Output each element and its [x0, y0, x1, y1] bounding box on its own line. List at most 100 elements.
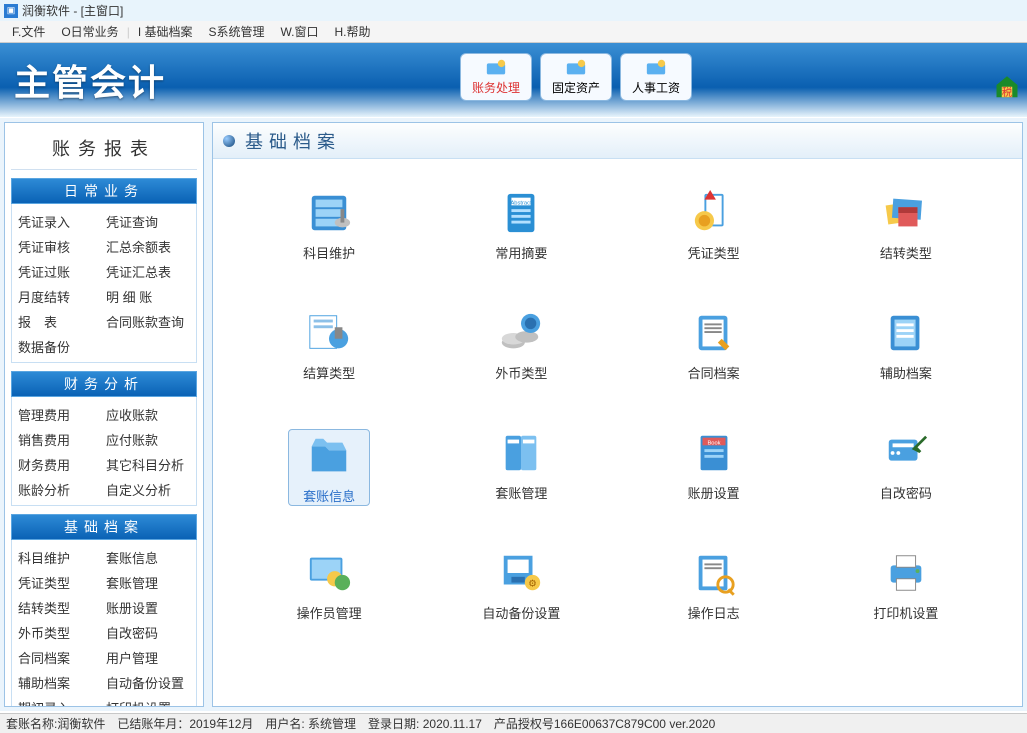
status-text: 套账名称:润衡软件 已结账年月：2019年12月 用户名: 系统管理 登录日期:… [6, 715, 715, 732]
top-button-1[interactable]: 固定资产 [540, 53, 612, 101]
sidebar-item[interactable]: 账龄分析 [16, 477, 104, 502]
sidebar-section-head: 日常业务 [11, 178, 197, 204]
grid-item-contract[interactable]: 合同档案 [654, 307, 774, 382]
sidebar-item[interactable]: 合同档案 [16, 645, 104, 670]
folder-icon [303, 432, 355, 480]
grid-item-label: 操作日志 [688, 603, 740, 622]
sidebar-item[interactable]: 结转类型 [16, 595, 104, 620]
menu-basic[interactable]: I 基础档案 [130, 23, 201, 40]
grid-item-stack[interactable]: 结转类型 [846, 187, 966, 262]
ledger-icon [495, 429, 547, 477]
top-button-2[interactable]: 人事工资 [620, 53, 692, 101]
menu-file[interactable]: F.文件 [4, 23, 53, 40]
topbtn-icon [565, 59, 587, 77]
tax-icon[interactable]: 税 [993, 71, 1021, 99]
grid-item-label: 结转类型 [880, 243, 932, 262]
sidebar-row: 辅助档案自动备份设置 [16, 670, 192, 695]
svg-text:Abstract: Abstract [511, 200, 532, 206]
menu-daily[interactable]: O日常业务 [53, 23, 126, 40]
sidebar-item[interactable]: 打印机设置 [104, 695, 192, 707]
sidebar-item[interactable]: 辅助档案 [16, 670, 104, 695]
grid-item-label: 结算类型 [303, 363, 355, 382]
grid-item-keycard[interactable]: 自改密码 [846, 427, 966, 502]
sidebar-item[interactable]: 销售费用 [16, 427, 104, 452]
sidebar-item[interactable]: 合同账款查询 [104, 309, 192, 334]
sidebar-item[interactable]: 自定义分析 [104, 477, 192, 502]
grid-item-backup[interactable]: ⚙ 自动备份设置 [461, 547, 581, 622]
window-titlebar: ▣ 润衡软件 - [主窗口] [0, 0, 1027, 21]
grid-item-auxfile[interactable]: 辅助档案 [846, 307, 966, 382]
sidebar-item[interactable]: 报 表 [16, 309, 104, 334]
window-title: 润衡软件 - [主窗口] [22, 2, 123, 19]
sidebar-row: 凭证类型套账管理 [16, 570, 192, 595]
sidebar-item[interactable]: 数据备份 [16, 334, 104, 359]
grid-item-label: 账册设置 [688, 483, 740, 502]
sidebar-row: 凭证审核汇总余额表 [16, 234, 192, 259]
sidebar-item[interactable]: 应收账款 [104, 402, 192, 427]
sidebar-item[interactable]: 外币类型 [16, 620, 104, 645]
grid-item-label: 自动备份设置 [482, 603, 560, 622]
sidebar-item[interactable]: 汇总余额表 [104, 234, 192, 259]
sidebar-item[interactable]: 月度结转 [16, 284, 104, 309]
sidebar-row: 数据备份 [16, 334, 192, 359]
grid-item-book[interactable]: Book 账册设置 [654, 427, 774, 502]
sidebar-item[interactable]: 管理费用 [16, 402, 104, 427]
stack-icon [880, 189, 932, 237]
topbtn-label: 人事工资 [632, 79, 680, 96]
top-button-0[interactable]: 账务处理 [460, 53, 532, 101]
sidebar-row: 管理费用应收账款 [16, 402, 192, 427]
sidebar-item[interactable]: 自动备份设置 [104, 670, 192, 695]
cabinet-icon [303, 189, 355, 237]
menu-help[interactable]: H.帮助 [327, 23, 379, 40]
svg-text:⚙: ⚙ [529, 578, 538, 589]
grid-item-folder[interactable]: 套账信息 [269, 427, 389, 506]
grid-item-stamp[interactable]: 结算类型 [269, 307, 389, 382]
printer-icon [880, 549, 932, 597]
sidebar-item[interactable]: 财务费用 [16, 452, 104, 477]
sidebar-item[interactable]: 明 细 账 [104, 284, 192, 309]
grid-item-cabinet[interactable]: 科目维护 [269, 187, 389, 262]
content-area: 账务报表 日常业务凭证录入凭证查询凭证审核汇总余额表凭证过账凭证汇总表月度结转明… [0, 118, 1027, 711]
sidebar-item[interactable]: 凭证类型 [16, 570, 104, 595]
sidebar-row: 科目维护套账信息 [16, 545, 192, 570]
sidebar-item[interactable]: 自改密码 [104, 620, 192, 645]
grid-item-log[interactable]: 操作日志 [654, 547, 774, 622]
grid-item-medal[interactable]: 凭证类型 [654, 187, 774, 262]
grid-item-label: 辅助档案 [880, 363, 932, 382]
sidebar-section-2: 基础档案科目维护套账信息凭证类型套账管理结转类型账册设置外币类型自改密码合同档案… [11, 514, 197, 707]
top-banner: 主管会计 账务处理固定资产人事工资 税 [0, 43, 1027, 117]
app-logo-text: 主管会计 [14, 54, 166, 106]
backup-icon: ⚙ [495, 549, 547, 597]
sidebar-item[interactable]: 套账信息 [104, 545, 192, 570]
app-icon: ▣ [4, 4, 18, 18]
sidebar-item[interactable]: 用户管理 [104, 645, 192, 670]
grid-item-abstract[interactable]: Abstract 常用摘要 [461, 187, 581, 262]
sidebar-item[interactable]: 期初录入 [16, 695, 104, 707]
menu-system[interactable]: S系统管理 [200, 23, 272, 40]
grid-item-coins[interactable]: 外币类型 [461, 307, 581, 382]
sidebar-item[interactable]: 账册设置 [104, 595, 192, 620]
grid-item-label: 套账管理 [495, 483, 547, 502]
topbtn-icon [645, 59, 667, 77]
sidebar-item[interactable]: 套账管理 [104, 570, 192, 595]
sidebar-item[interactable]: 凭证查询 [104, 209, 192, 234]
sidebar-item[interactable]: 科目维护 [16, 545, 104, 570]
grid-item-label: 常用摘要 [495, 243, 547, 262]
sidebar-section-body: 管理费用应收账款销售费用应付账款财务费用其它科目分析账龄分析自定义分析 [11, 397, 197, 506]
menu-window[interactable]: W.窗口 [273, 23, 327, 40]
grid-item-label: 打印机设置 [873, 603, 938, 622]
sidebar-item[interactable]: 凭证录入 [16, 209, 104, 234]
sidebar-item[interactable]: 凭证过账 [16, 259, 104, 284]
sidebar-section-head: 基础档案 [11, 514, 197, 540]
sidebar-item[interactable]: 凭证审核 [16, 234, 104, 259]
grid-item-label: 合同档案 [688, 363, 740, 382]
book-icon: Book [688, 429, 740, 477]
grid-item-users[interactable]: 操作员管理 [269, 547, 389, 622]
sidebar-item[interactable]: 其它科目分析 [104, 452, 192, 477]
sidebar-item[interactable]: 凭证汇总表 [104, 259, 192, 284]
grid-item-printer[interactable]: 打印机设置 [846, 547, 966, 622]
sidebar-row: 凭证录入凭证查询 [16, 209, 192, 234]
grid-item-ledger[interactable]: 套账管理 [461, 427, 581, 502]
sidebar-row: 凭证过账凭证汇总表 [16, 259, 192, 284]
sidebar-item[interactable]: 应付账款 [104, 427, 192, 452]
